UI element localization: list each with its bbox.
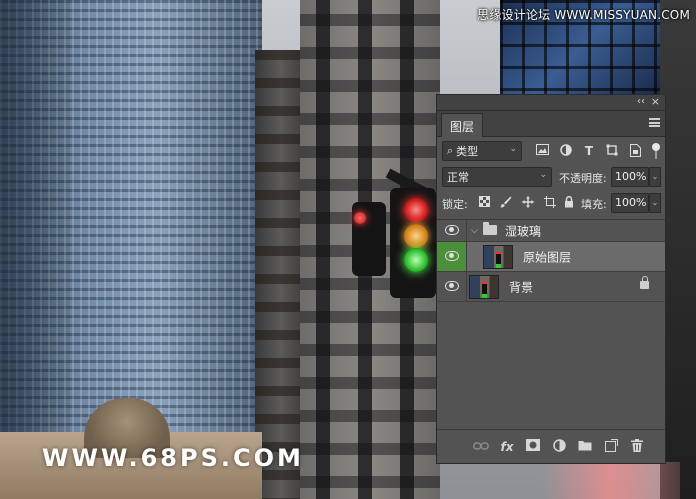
lock-image-pixels-icon[interactable] xyxy=(499,196,513,210)
watermark-bottom: WWW.68PS.COM xyxy=(42,444,304,472)
fill-input[interactable]: 100% xyxy=(611,193,649,213)
collapse-panel-icon[interactable]: ‹‹ xyxy=(637,96,645,107)
visibility-toggle[interactable] xyxy=(437,220,467,241)
layer-row-background[interactable]: 背景 xyxy=(437,272,665,302)
lock-label: 锁定: xyxy=(442,198,468,211)
blend-row: 正常 ⌄ 不透明度: 100% ⌄ xyxy=(437,167,665,189)
panel-title-bar: ‹‹ × xyxy=(437,95,665,111)
type-filter-icon[interactable]: T xyxy=(582,144,596,158)
new-layer-icon[interactable] xyxy=(603,439,619,455)
opacity-input[interactable]: 100% xyxy=(611,167,649,187)
skyscraper-shadow xyxy=(0,0,70,460)
panel-tab-row: 图层 xyxy=(437,111,665,137)
adjustment-layer-icon[interactable] xyxy=(551,439,567,455)
blend-mode-dropdown[interactable]: 正常 ⌄ xyxy=(442,167,552,187)
panel-bottom-bar: fx xyxy=(437,429,665,463)
chevron-down-icon: ⌄ xyxy=(509,144,517,154)
layer-row-selected[interactable]: 原始图层 xyxy=(437,242,665,272)
panel-menu-icon[interactable] xyxy=(649,118,660,127)
traffic-light xyxy=(348,168,440,316)
folder-icon xyxy=(483,222,497,235)
search-icon: ⌕ xyxy=(447,144,454,157)
disclosure-triangle-icon[interactable]: ⌵ xyxy=(471,226,478,236)
layers-panel: ‹‹ × 图层 ⌕ 类型 ⌄ T 正常 ⌄ 不透明度: 100% ⌄ 锁定: 填… xyxy=(436,94,666,464)
lock-artboard-icon[interactable] xyxy=(543,196,557,210)
new-group-icon[interactable] xyxy=(577,439,593,455)
blend-mode-value: 正常 xyxy=(447,171,469,184)
lock-transparent-pixels-icon[interactable] xyxy=(477,196,491,210)
fill-stepper[interactable]: ⌄ xyxy=(649,193,661,213)
chevron-down-icon: ⌄ xyxy=(539,170,547,180)
layer-name[interactable]: 背景 xyxy=(509,278,533,295)
fill-label: 填充: xyxy=(581,198,607,211)
layers-list: ⌵ 湿玻璃 原始图层 背景 xyxy=(437,219,665,427)
close-panel-icon[interactable]: × xyxy=(651,95,660,108)
eye-icon xyxy=(445,280,459,291)
filter-row: ⌕ 类型 ⌄ T xyxy=(437,141,665,163)
lock-all-icon[interactable] xyxy=(562,195,576,210)
street-light-streak xyxy=(540,462,680,499)
adjustment-filter-icon[interactable] xyxy=(559,144,573,158)
amber-lamp xyxy=(404,224,428,248)
delete-layer-icon[interactable] xyxy=(629,439,645,455)
layer-thumbnail xyxy=(469,274,499,299)
red-lamp-small xyxy=(354,212,366,224)
link-layers-icon[interactable] xyxy=(473,439,489,455)
opacity-stepper[interactable]: ⌄ xyxy=(649,167,661,187)
fx-icon[interactable]: fx xyxy=(499,439,515,455)
layer-name[interactable]: 湿玻璃 xyxy=(505,222,541,239)
layer-name[interactable]: 原始图层 xyxy=(523,248,571,265)
tab-layers[interactable]: 图层 xyxy=(441,113,484,137)
image-filter-icon[interactable] xyxy=(535,144,549,158)
filter-kind-label: 类型 xyxy=(456,145,479,158)
lock-icon xyxy=(640,275,649,289)
watermark-top: 思缘设计论坛 WWW.MISSYUAN.COM xyxy=(477,8,690,22)
eye-icon xyxy=(445,224,459,235)
lock-position-icon[interactable] xyxy=(521,196,535,210)
lock-row: 锁定: 填充: 100% ⌄ xyxy=(437,193,665,215)
opacity-label: 不透明度: xyxy=(559,172,607,185)
visibility-toggle[interactable] xyxy=(437,272,467,301)
filter-kind-dropdown[interactable]: ⌕ 类型 ⌄ xyxy=(442,141,522,161)
layer-row-group[interactable]: ⌵ 湿玻璃 xyxy=(437,220,665,242)
eye-icon xyxy=(445,250,459,261)
green-lamp xyxy=(404,248,428,272)
add-mask-icon[interactable] xyxy=(525,439,541,455)
visibility-toggle[interactable] xyxy=(437,242,467,271)
red-lamp xyxy=(404,198,428,222)
smart-object-filter-icon[interactable] xyxy=(628,144,642,158)
filter-toggle-icon[interactable] xyxy=(652,141,660,161)
shape-filter-icon[interactable] xyxy=(605,144,619,158)
layer-thumbnail xyxy=(483,244,513,269)
